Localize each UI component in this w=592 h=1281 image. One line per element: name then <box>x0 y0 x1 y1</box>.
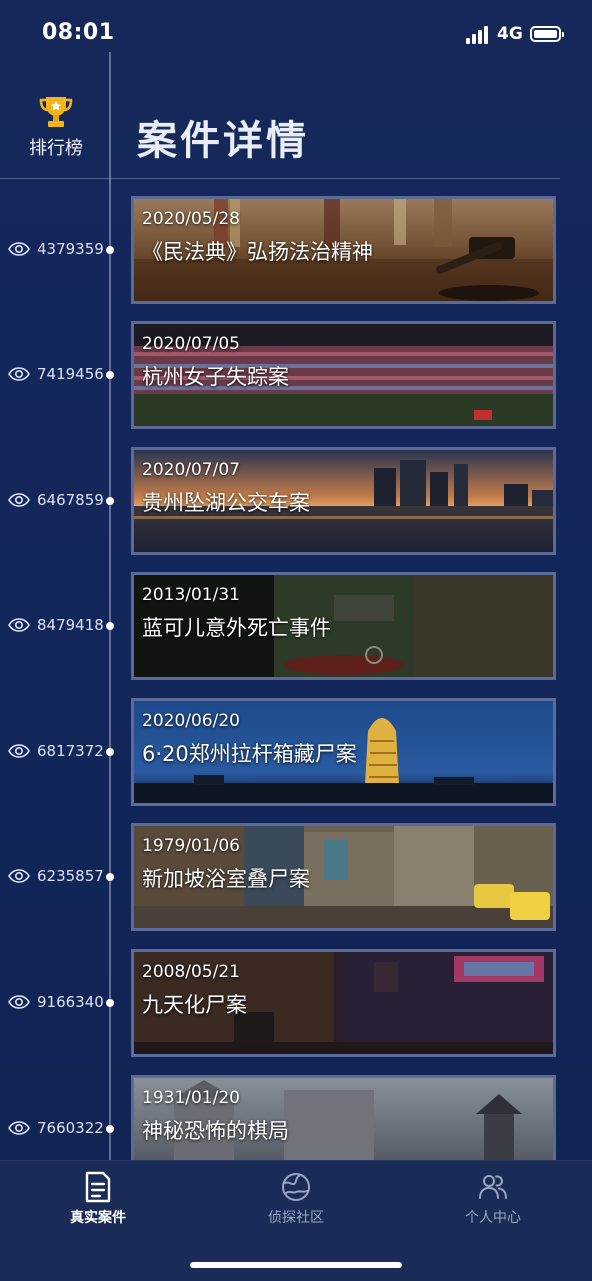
timeline-dot <box>106 246 114 254</box>
eye-icon <box>8 995 30 1009</box>
view-count: 7419456 <box>37 365 104 383</box>
view-counter: 8479418 <box>8 616 104 634</box>
case-card[interactable]: 1979/01/06 新加坡浴室叠尸案 <box>131 823 556 931</box>
case-card[interactable]: 2013/01/31 蓝可儿意外死亡事件 <box>131 572 556 680</box>
case-card[interactable]: 2020/05/28 《民法典》弘扬法治精神 <box>131 196 556 304</box>
eye-icon <box>8 618 30 632</box>
tab-personal-center[interactable]: 个人中心 <box>428 1171 558 1227</box>
view-counter: 9166340 <box>8 993 104 1011</box>
case-date: 2020/07/05 <box>142 334 240 354</box>
case-title: 新加坡浴室叠尸案 <box>142 867 310 891</box>
timeline-dot <box>106 873 114 881</box>
case-date: 2020/07/07 <box>142 460 240 480</box>
timeline-dot <box>106 748 114 756</box>
view-counter: 4379359 <box>8 240 104 258</box>
users-icon <box>479 1175 507 1199</box>
case-row: 6817372 2020/06/20 6·20郑州拉杆箱藏尸案 <box>0 698 592 808</box>
view-count: 6467859 <box>37 491 104 509</box>
timeline-dot <box>106 1125 114 1133</box>
case-row: 7419456 2020/07/05 杭州女子失踪案 <box>0 321 592 431</box>
home-indicator[interactable] <box>190 1262 402 1268</box>
view-count: 6235857 <box>37 867 104 885</box>
view-counter: 7419456 <box>8 365 104 383</box>
view-count: 8479418 <box>37 616 104 634</box>
case-card[interactable]: 2020/07/07 贵州坠湖公交车案 <box>131 447 556 555</box>
case-title: 《民法典》弘扬法治精神 <box>142 240 373 264</box>
case-card[interactable]: 2020/06/20 6·20郑州拉杆箱藏尸案 <box>131 698 556 806</box>
status-bar: 08:01 4G <box>0 0 592 70</box>
case-row: 7660322 1931/01/20 神秘恐怖的棋局 <box>0 1075 592 1160</box>
case-date: 2008/05/21 <box>142 962 240 982</box>
view-count: 6817372 <box>37 742 104 760</box>
eye-icon <box>8 367 30 381</box>
eye-icon <box>8 1121 30 1135</box>
tab-real-cases[interactable]: 真实案件 <box>33 1171 163 1227</box>
case-date: 2020/05/28 <box>142 209 240 229</box>
timeline-dot <box>106 371 114 379</box>
case-title: 6·20郑州拉杆箱藏尸案 <box>142 742 357 766</box>
case-date: 1931/01/20 <box>142 1088 240 1108</box>
signal-icon <box>466 26 492 44</box>
case-row: 4379359 2020/05/28 《民法典》弘扬法治精神 <box>0 196 592 306</box>
eye-icon <box>8 744 30 758</box>
case-title: 九天化尸案 <box>142 993 247 1017</box>
view-counter: 6817372 <box>8 742 104 760</box>
view-count: 4379359 <box>37 240 104 258</box>
globe-icon <box>282 1173 310 1201</box>
page-title: 案件详情 <box>137 118 309 164</box>
case-row: 6467859 2020/07/07 贵州坠湖公交车案 <box>0 447 592 557</box>
nav-label: 个人中心 <box>465 1210 521 1226</box>
eye-icon <box>8 869 30 883</box>
battery-icon <box>530 26 564 42</box>
eye-icon <box>8 242 30 256</box>
case-row: 8479418 2013/01/31 蓝可儿意外死亡事件 <box>0 572 592 682</box>
view-counter: 6467859 <box>8 491 104 509</box>
case-card[interactable]: 1931/01/20 神秘恐怖的棋局 <box>131 1075 556 1160</box>
nav-label: 真实案件 <box>70 1210 126 1226</box>
case-date: 2013/01/31 <box>142 585 240 605</box>
view-count: 9166340 <box>37 993 104 1011</box>
ranking-label: 排行榜 <box>29 138 83 159</box>
timeline-dot <box>106 497 114 505</box>
case-date: 2020/06/20 <box>142 711 240 731</box>
timeline-dot <box>106 999 114 1007</box>
view-counter: 7660322 <box>8 1119 104 1137</box>
trophy-icon <box>39 97 73 127</box>
case-card[interactable]: 2008/05/21 九天化尸案 <box>131 949 556 1057</box>
case-card[interactable]: 2020/07/05 杭州女子失踪案 <box>131 321 556 429</box>
case-title: 杭州女子失踪案 <box>142 365 289 389</box>
network-type: 4G <box>497 24 523 44</box>
nav-label: 侦探社区 <box>268 1210 324 1226</box>
case-row: 6235857 1979/01/06 新加坡浴室叠尸案 <box>0 823 592 933</box>
header-divider <box>0 178 560 179</box>
ranking-button[interactable]: 排行榜 <box>14 94 98 160</box>
timeline-dot <box>106 622 114 630</box>
view-counter: 6235857 <box>8 867 104 885</box>
case-title: 贵州坠湖公交车案 <box>142 491 310 515</box>
case-title: 蓝可儿意外死亡事件 <box>142 616 331 640</box>
document-icon <box>85 1171 111 1203</box>
case-title: 神秘恐怖的棋局 <box>142 1119 289 1143</box>
case-row: 9166340 2008/05/21 九天化尸案 <box>0 949 592 1059</box>
tab-detective-community[interactable]: 侦探社区 <box>231 1171 361 1227</box>
eye-icon <box>8 493 30 507</box>
view-count: 7660322 <box>37 1119 104 1137</box>
case-date: 1979/01/06 <box>142 836 240 856</box>
status-time: 08:01 <box>42 20 115 45</box>
